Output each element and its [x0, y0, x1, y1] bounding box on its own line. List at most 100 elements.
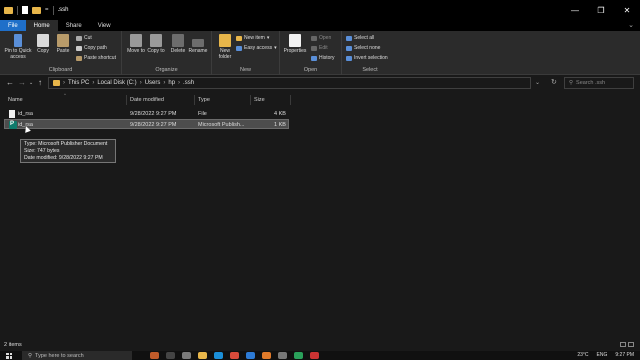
column-divider[interactable] [290, 95, 291, 105]
file-date: 9/28/2022 9:27 PM [130, 111, 177, 117]
paste-button[interactable]: Paste [53, 34, 73, 55]
file-row-selected[interactable]: id_rsa 9/28/2022 9:27 PM Microsoft Publi… [4, 119, 289, 129]
column-divider[interactable] [194, 95, 195, 105]
rename-button[interactable]: Rename [187, 34, 209, 55]
rename-label: Rename [188, 48, 208, 54]
new-item-button[interactable]: New item ▾ [236, 35, 269, 41]
new-folder-button[interactable]: New folder [214, 34, 236, 60]
column-header-name[interactable]: Name [8, 95, 23, 105]
column-divider[interactable] [126, 95, 127, 105]
app-icon[interactable] [310, 352, 319, 359]
invert-selection-label: Invert selection [354, 55, 388, 61]
delete-label: Delete [170, 48, 186, 54]
copy-to-icon [150, 34, 162, 47]
search-placeholder: Search .ssh [576, 80, 606, 86]
file-size: 1 KB [274, 122, 286, 128]
task-view-icon[interactable] [166, 352, 175, 359]
delete-icon [172, 34, 184, 47]
column-header-date-modified[interactable]: Date modified [130, 95, 164, 105]
edge-icon[interactable] [214, 352, 223, 359]
edit-label: Edit [319, 45, 328, 51]
language-indicator[interactable]: ENG [597, 352, 608, 358]
tooltip-size: Size: 747 bytes [24, 148, 60, 154]
recent-locations-chevron-icon[interactable]: ⌄ [29, 80, 33, 86]
move-to-button[interactable]: Move to [125, 34, 147, 55]
select-none-button[interactable]: Select none [346, 45, 380, 51]
copy-to-button[interactable]: Copy to [145, 34, 167, 55]
new-item-icon [236, 35, 242, 41]
tab-home[interactable]: Home [25, 20, 58, 31]
easy-access-button[interactable]: Easy access ▾ [236, 45, 277, 51]
address-bar[interactable]: › This PC › Local Disk (C:) › Users › hp… [48, 77, 531, 89]
sort-caret-icon: ^ [64, 92, 66, 97]
pin-to-quick-access-button[interactable]: Pin to Quick access [3, 34, 33, 60]
file-row[interactable]: id_rsa 9/28/2022 9:27 PM File 4 KB [4, 109, 289, 119]
new-folder-quick-icon[interactable] [32, 6, 41, 14]
properties-quick-icon[interactable] [22, 6, 28, 14]
breadcrumb-local-disk[interactable]: Local Disk (C:) [97, 80, 136, 86]
select-group: Select all Select none Invert selection … [342, 31, 398, 75]
refresh-icon[interactable]: ↻ [551, 78, 557, 86]
cut-button[interactable]: Cut [76, 35, 92, 41]
app-icon[interactable] [278, 352, 287, 359]
open-button[interactable]: Open [311, 35, 331, 41]
address-dropdown-icon[interactable]: ⌄ [535, 79, 540, 86]
tab-view[interactable]: View [90, 20, 119, 31]
windows-start-icon[interactable] [6, 352, 12, 359]
breadcrumb-hp[interactable]: hp [168, 80, 175, 86]
weather-text[interactable]: 23°C [577, 352, 588, 358]
folder-icon [4, 6, 13, 14]
properties-button[interactable]: Properties [282, 34, 308, 55]
delete-button[interactable]: Delete [167, 34, 189, 55]
select-none-icon [346, 45, 352, 51]
file-explorer-icon[interactable] [198, 352, 207, 359]
details-view-icon[interactable] [620, 342, 626, 347]
app-icon[interactable] [262, 352, 271, 359]
search-box[interactable]: ⚲ Search .ssh [564, 77, 634, 89]
publisher-file-icon [9, 121, 17, 129]
select-all-label: Select all [354, 35, 375, 41]
maximize-button[interactable]: ❐ [588, 0, 614, 20]
large-icons-view-icon[interactable] [628, 342, 634, 347]
taskbar-search[interactable]: ⚲ Type here to search [22, 351, 132, 360]
app-icon[interactable] [294, 352, 303, 359]
system-tray: 23°C ENG 9:27 PM [577, 352, 634, 358]
copy-button[interactable]: Copy [33, 34, 53, 55]
pin-label: Pin to Quick access [4, 48, 32, 60]
chrome-icon[interactable] [230, 352, 239, 359]
breadcrumb-users[interactable]: Users [145, 80, 161, 86]
new-folder-icon [219, 34, 231, 47]
forward-arrow-icon[interactable]: → [18, 78, 26, 87]
select-all-button[interactable]: Select all [346, 35, 374, 41]
column-divider[interactable] [250, 95, 251, 105]
app-icon[interactable] [182, 352, 191, 359]
breadcrumb-this-pc[interactable]: This PC [68, 80, 89, 86]
vscode-icon[interactable] [246, 352, 255, 359]
edit-button[interactable]: Edit [311, 45, 328, 51]
clock[interactable]: 9:27 PM [615, 352, 634, 358]
ribbon-tabs: File Home Share View ⌄ [0, 20, 640, 31]
chevron-down-icon: ▾ [266, 35, 270, 41]
history-button[interactable]: History [311, 55, 335, 61]
invert-selection-button[interactable]: Invert selection [346, 55, 388, 61]
status-bar: 2 items [0, 339, 640, 351]
paste-label: Paste [56, 48, 70, 54]
paste-shortcut-button[interactable]: Paste shortcut [76, 55, 116, 61]
up-arrow-icon[interactable]: ↑ [38, 78, 42, 87]
column-header-size[interactable]: Size [254, 95, 265, 105]
back-arrow-icon[interactable]: ← [6, 78, 14, 87]
breadcrumb-ssh[interactable]: .ssh [183, 80, 194, 86]
quick-access-dropdown[interactable]: = [45, 7, 49, 13]
chevron-down-icon[interactable]: ⌄ [628, 21, 634, 29]
folder-icon [53, 80, 60, 86]
app-icon[interactable] [150, 352, 159, 359]
copy-path-button[interactable]: Copy path [76, 45, 107, 51]
new-group-label: New [239, 67, 251, 73]
tab-file[interactable]: File [0, 20, 26, 31]
minimize-button[interactable]: — [562, 0, 588, 20]
column-header-type[interactable]: Type [198, 95, 210, 105]
pin-icon [14, 34, 22, 47]
tab-share[interactable]: Share [58, 20, 90, 31]
taskbar: ⚲ Type here to search 23°C ENG 9:27 PM [0, 351, 640, 360]
close-button[interactable]: ✕ [614, 0, 640, 20]
